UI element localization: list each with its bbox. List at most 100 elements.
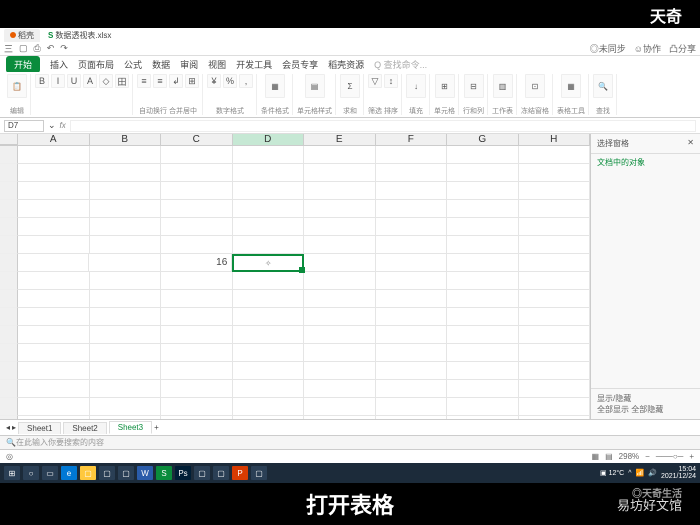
cell-F2[interactable] <box>376 164 448 182</box>
search-taskbar-icon[interactable]: ○ <box>23 466 39 480</box>
app-icon[interactable]: ▢ <box>213 466 229 480</box>
cell-B10[interactable] <box>90 308 162 326</box>
name-box[interactable]: D7 <box>4 120 44 132</box>
row-header[interactable] <box>0 218 18 236</box>
app-icon[interactable]: S <box>156 466 172 480</box>
cell-B15[interactable] <box>90 398 162 416</box>
cell-H6[interactable] <box>519 236 591 254</box>
border-icon[interactable]: 田 <box>115 74 129 88</box>
cell-E1[interactable] <box>304 146 376 164</box>
cell-G10[interactable] <box>447 308 519 326</box>
row-header[interactable] <box>0 236 18 254</box>
app-icon[interactable]: ▢ <box>194 466 210 480</box>
row-header[interactable] <box>0 398 18 416</box>
cell-D15[interactable] <box>233 398 305 416</box>
cell-G15[interactable] <box>447 398 519 416</box>
cell-C16[interactable] <box>161 416 233 419</box>
coop-button[interactable]: ☺协作 <box>634 42 661 55</box>
cell-D4[interactable] <box>233 200 305 218</box>
sum-icon[interactable]: Σ <box>340 74 360 98</box>
footer-buttons[interactable]: 全部显示 全部隐藏 <box>597 404 694 415</box>
cell-B1[interactable] <box>90 146 162 164</box>
edge-icon[interactable]: e <box>61 466 77 480</box>
tab-layout[interactable]: 页面布局 <box>78 58 114 71</box>
cell-E3[interactable] <box>304 182 376 200</box>
cell-D14[interactable] <box>233 380 305 398</box>
sheet-tab-3[interactable]: Sheet3 <box>109 421 152 434</box>
row-header[interactable] <box>0 380 18 398</box>
cell-A16[interactable] <box>18 416 90 419</box>
cell-B2[interactable] <box>90 164 162 182</box>
app-icon[interactable]: ▢ <box>251 466 267 480</box>
cell-E8[interactable] <box>304 272 376 290</box>
cell-H16[interactable] <box>519 416 591 419</box>
cell-B5[interactable] <box>90 218 162 236</box>
panel-close-icon[interactable]: ✕ <box>687 138 694 149</box>
col-B[interactable]: B <box>90 134 162 145</box>
cell-B12[interactable] <box>90 344 162 362</box>
currency-icon[interactable]: ¥ <box>207 74 221 88</box>
tab-insert[interactable]: 插入 <box>50 58 68 71</box>
cell-H4[interactable] <box>519 200 591 218</box>
qat-print-icon[interactable]: ⎙ <box>34 43 41 54</box>
sheet-tab-1[interactable]: Sheet1 <box>18 422 61 434</box>
tab-home[interactable]: 稻壳 <box>4 29 40 42</box>
italic-icon[interactable]: I <box>51 74 65 88</box>
cell-H11[interactable] <box>519 326 591 344</box>
col-E[interactable]: E <box>304 134 376 145</box>
cell-D5[interactable] <box>233 218 305 236</box>
col-D[interactable]: D <box>233 134 305 145</box>
wrap-icon[interactable]: ↲ <box>169 74 183 88</box>
merge-icon[interactable]: ⊞ <box>185 74 199 88</box>
cell-G9[interactable] <box>447 290 519 308</box>
tab-view[interactable]: 视图 <box>208 58 226 71</box>
cell-G13[interactable] <box>447 362 519 380</box>
cell-H7[interactable] <box>519 254 590 272</box>
fontcolor-icon[interactable]: A <box>83 74 97 88</box>
find-icon[interactable]: 🔍 <box>593 74 613 98</box>
cell-H12[interactable] <box>519 344 591 362</box>
comma-icon[interactable]: , <box>239 74 253 88</box>
fillcolor-icon[interactable]: ◇ <box>99 74 113 88</box>
tabletools-icon[interactable]: ▦ <box>561 74 581 98</box>
cell-F12[interactable] <box>376 344 448 362</box>
sort-icon[interactable]: ↕ <box>384 74 398 88</box>
tab-data[interactable]: 数据 <box>152 58 170 71</box>
system-tray[interactable]: ▣ 12°C ^ 📶 🔊 15:04 2021/12/24 <box>600 466 696 480</box>
tab-resources[interactable]: 稻壳资源 <box>328 58 364 71</box>
tab-formula[interactable]: 公式 <box>124 58 142 71</box>
view-normal-icon[interactable]: ▦ <box>592 452 600 461</box>
cell-B6[interactable] <box>90 236 162 254</box>
cell-C7[interactable]: 16 <box>161 254 232 272</box>
zoom-level[interactable]: 298% <box>619 452 639 461</box>
menu-icon[interactable]: 三 <box>4 42 13 55</box>
cell-G3[interactable] <box>447 182 519 200</box>
row-header[interactable] <box>0 200 18 218</box>
cell-C1[interactable] <box>161 146 233 164</box>
share-button[interactable]: 凸分享 <box>669 42 696 55</box>
condformat-icon[interactable]: ▦ <box>265 74 285 98</box>
sheet-tab-2[interactable]: Sheet2 <box>63 422 106 434</box>
cell-H13[interactable] <box>519 362 591 380</box>
view-page-icon[interactable]: ▤ <box>605 452 613 461</box>
cell-B16[interactable] <box>90 416 162 419</box>
cell-C12[interactable] <box>161 344 233 362</box>
tab-vip[interactable]: 会员专享 <box>282 58 318 71</box>
tab-dev[interactable]: 开发工具 <box>236 58 272 71</box>
cells-icon[interactable]: ⊞ <box>435 74 455 98</box>
cell-H8[interactable] <box>519 272 591 290</box>
cell-E12[interactable] <box>304 344 376 362</box>
cell-C6[interactable] <box>161 236 233 254</box>
col-F[interactable]: F <box>376 134 448 145</box>
cell-B7[interactable] <box>89 254 160 272</box>
cell-D2[interactable] <box>233 164 305 182</box>
cell-A15[interactable] <box>18 398 90 416</box>
row-header[interactable] <box>0 326 18 344</box>
tab-file[interactable]: S数据透视表.xlsx <box>42 29 117 42</box>
cell-C5[interactable] <box>161 218 233 236</box>
clock-time[interactable]: 15:04 <box>661 466 696 473</box>
row-header[interactable] <box>0 290 18 308</box>
cell-E4[interactable] <box>304 200 376 218</box>
cell-D8[interactable] <box>233 272 305 290</box>
app-icon[interactable]: ▢ <box>118 466 134 480</box>
